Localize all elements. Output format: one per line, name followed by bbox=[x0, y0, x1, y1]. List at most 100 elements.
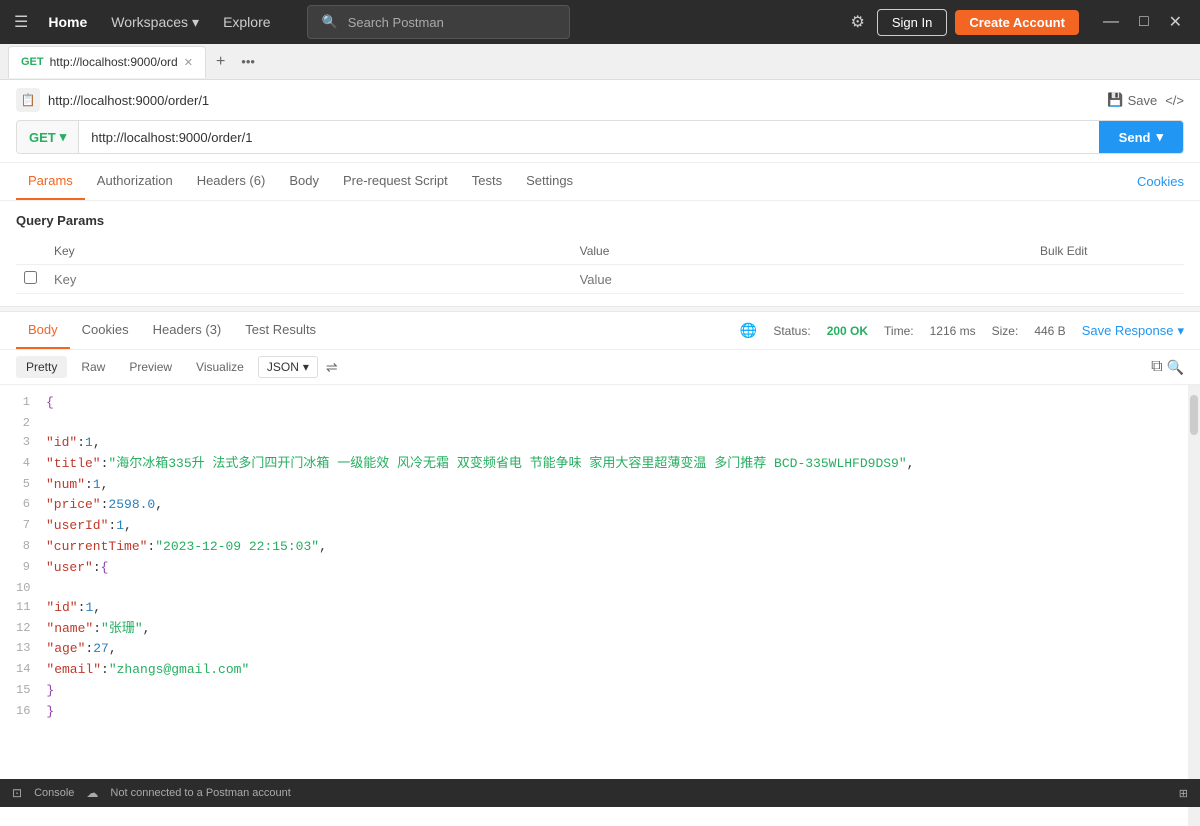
save-response-arrow-icon: ▾ bbox=[1177, 323, 1184, 339]
format-label: JSON bbox=[267, 360, 299, 374]
row-checkbox[interactable] bbox=[24, 271, 37, 284]
method-arrow-icon: ▾ bbox=[60, 129, 67, 145]
time-value: 1216 ms bbox=[930, 324, 976, 338]
send-label: Send bbox=[1119, 130, 1151, 145]
request-header-area: 📋 http://localhost:9000/order/1 💾 Save <… bbox=[0, 80, 1200, 163]
nav-workspaces[interactable]: Workspaces ▾ bbox=[103, 10, 207, 35]
tab-authorization[interactable]: Authorization bbox=[85, 163, 185, 200]
resp-tab-body[interactable]: Body bbox=[16, 312, 70, 349]
json-line: 14 "email": "zhangs@gmail.com" bbox=[16, 660, 1184, 681]
tab-close-icon[interactable]: ✕ bbox=[184, 56, 193, 69]
signin-button[interactable]: Sign In bbox=[877, 9, 947, 36]
filter-icon[interactable]: ⇌ bbox=[322, 357, 342, 378]
cloud-icon: ☁ bbox=[86, 786, 98, 800]
params-table: Key Value Bulk Edit bbox=[16, 238, 1184, 294]
method-select[interactable]: GET ▾ bbox=[17, 121, 79, 153]
status-value: 200 OK bbox=[827, 324, 868, 338]
save-button[interactable]: 💾 Save bbox=[1107, 92, 1157, 108]
tab-url: http://localhost:9000/ord bbox=[50, 55, 178, 69]
value-input[interactable] bbox=[580, 272, 1024, 287]
copy-icon[interactable]: ⧉ bbox=[1151, 358, 1162, 376]
value-header: Value bbox=[572, 238, 1032, 265]
request-url-display: http://localhost:9000/order/1 bbox=[48, 93, 1099, 108]
resp-tab-headers[interactable]: Headers (3) bbox=[141, 312, 234, 349]
scrollbar-track[interactable] bbox=[1188, 385, 1200, 826]
tab-params[interactable]: Params bbox=[16, 163, 85, 200]
close-button[interactable]: ✕ bbox=[1161, 10, 1190, 34]
bulk-edit-button[interactable]: Bulk Edit bbox=[1032, 238, 1184, 265]
nav-explore[interactable]: Explore bbox=[215, 10, 278, 34]
json-line: 5"num": 1, bbox=[16, 475, 1184, 496]
json-line: 16} bbox=[16, 702, 1184, 723]
query-params-title: Query Params bbox=[16, 213, 1184, 228]
response-tabs: Body Cookies Headers (3) Test Results 🌐 … bbox=[0, 312, 1200, 350]
json-line: 6"price": 2598.0, bbox=[16, 495, 1184, 516]
check-header bbox=[16, 238, 46, 265]
json-line: 1{ bbox=[16, 393, 1184, 414]
tab-method: GET bbox=[21, 56, 44, 68]
json-line: 9"user": { bbox=[16, 558, 1184, 579]
add-tab-button[interactable]: + bbox=[210, 51, 231, 73]
save-icon: 💾 bbox=[1107, 92, 1123, 108]
tab-tests[interactable]: Tests bbox=[460, 163, 514, 200]
scrollbar-thumb[interactable] bbox=[1190, 395, 1198, 435]
json-line: 12 "name": "张珊", bbox=[16, 619, 1184, 640]
table-row bbox=[16, 265, 1184, 294]
json-line: 15 } bbox=[16, 681, 1184, 702]
status-label: Status: bbox=[773, 324, 810, 338]
tab-headers[interactable]: Headers (6) bbox=[185, 163, 278, 200]
save-response-label: Save Response bbox=[1082, 323, 1174, 338]
console-label[interactable]: Console bbox=[34, 787, 74, 799]
request-tab[interactable]: GET http://localhost:9000/ord ✕ bbox=[8, 46, 206, 78]
layout-icon[interactable]: ⊞ bbox=[1179, 787, 1188, 800]
size-value: 446 B bbox=[1034, 324, 1065, 338]
search-bar[interactable]: 🔍 Search Postman bbox=[307, 5, 570, 39]
key-input[interactable] bbox=[54, 272, 564, 287]
console-icon: ⊡ bbox=[12, 786, 22, 800]
json-line: 8"currentTime": "2023-12-09 22:15:03", bbox=[16, 537, 1184, 558]
json-line: 13 "age": 27, bbox=[16, 639, 1184, 660]
json-line: 3"id": 1, bbox=[16, 433, 1184, 454]
save-label: Save bbox=[1128, 93, 1158, 108]
url-bar: GET ▾ Send ▾ bbox=[16, 120, 1184, 154]
fmt-raw[interactable]: Raw bbox=[71, 356, 115, 378]
top-nav: ☰ Home Workspaces ▾ Explore 🔍 Search Pos… bbox=[0, 0, 1200, 44]
request-type-icon: 📋 bbox=[16, 88, 40, 112]
tab-bar: GET http://localhost:9000/ord ✕ + ••• bbox=[0, 44, 1200, 80]
save-response-button[interactable]: Save Response ▾ bbox=[1082, 323, 1184, 339]
request-tabs: Params Authorization Headers (6) Body Pr… bbox=[0, 163, 1200, 201]
tab-prerequest[interactable]: Pre-request Script bbox=[331, 163, 460, 200]
more-tabs-icon[interactable]: ••• bbox=[235, 52, 261, 71]
resp-tab-cookies[interactable]: Cookies bbox=[70, 312, 141, 349]
search-placeholder: Search Postman bbox=[348, 15, 444, 30]
not-connected-label: Not connected to a Postman account bbox=[110, 787, 290, 799]
url-input[interactable] bbox=[79, 121, 1098, 153]
json-content: 1{23"id": 1,4"title": "海尔冰箱335升 法式多门四开门冰… bbox=[16, 393, 1184, 723]
search-icon[interactable]: 🔍 bbox=[1167, 359, 1184, 376]
json-line: 10 bbox=[16, 579, 1184, 598]
json-response-body: 1{23"id": 1,4"title": "海尔冰箱335升 法式多门四开门冰… bbox=[0, 385, 1200, 826]
fmt-pretty[interactable]: Pretty bbox=[16, 356, 67, 378]
tab-settings[interactable]: Settings bbox=[514, 163, 585, 200]
minimize-button[interactable]: — bbox=[1095, 10, 1127, 34]
method-label: GET bbox=[29, 130, 56, 145]
tab-cookies-link[interactable]: Cookies bbox=[1137, 164, 1184, 199]
nav-home[interactable]: Home bbox=[40, 10, 95, 34]
query-params-section: Query Params Key Value Bulk Edit bbox=[0, 201, 1200, 306]
format-select[interactable]: JSON ▾ bbox=[258, 356, 318, 378]
maximize-button[interactable]: □ bbox=[1131, 10, 1157, 34]
tab-body[interactable]: Body bbox=[277, 163, 331, 200]
json-line: 11 "id": 1, bbox=[16, 598, 1184, 619]
fmt-visualize[interactable]: Visualize bbox=[186, 356, 254, 378]
resp-tab-test-results[interactable]: Test Results bbox=[233, 312, 328, 349]
menu-icon[interactable]: ☰ bbox=[10, 8, 32, 36]
send-arrow-icon: ▾ bbox=[1156, 129, 1163, 145]
nav-workspaces-label: Workspaces bbox=[111, 14, 188, 30]
send-button[interactable]: Send ▾ bbox=[1099, 121, 1183, 153]
window-controls: — □ ✕ bbox=[1095, 10, 1190, 34]
fmt-preview[interactable]: Preview bbox=[119, 356, 182, 378]
create-account-button[interactable]: Create Account bbox=[955, 10, 1079, 35]
gear-icon[interactable]: ⚙ bbox=[847, 8, 869, 36]
code-button[interactable]: </> bbox=[1165, 93, 1184, 108]
time-label: Time: bbox=[884, 324, 914, 338]
